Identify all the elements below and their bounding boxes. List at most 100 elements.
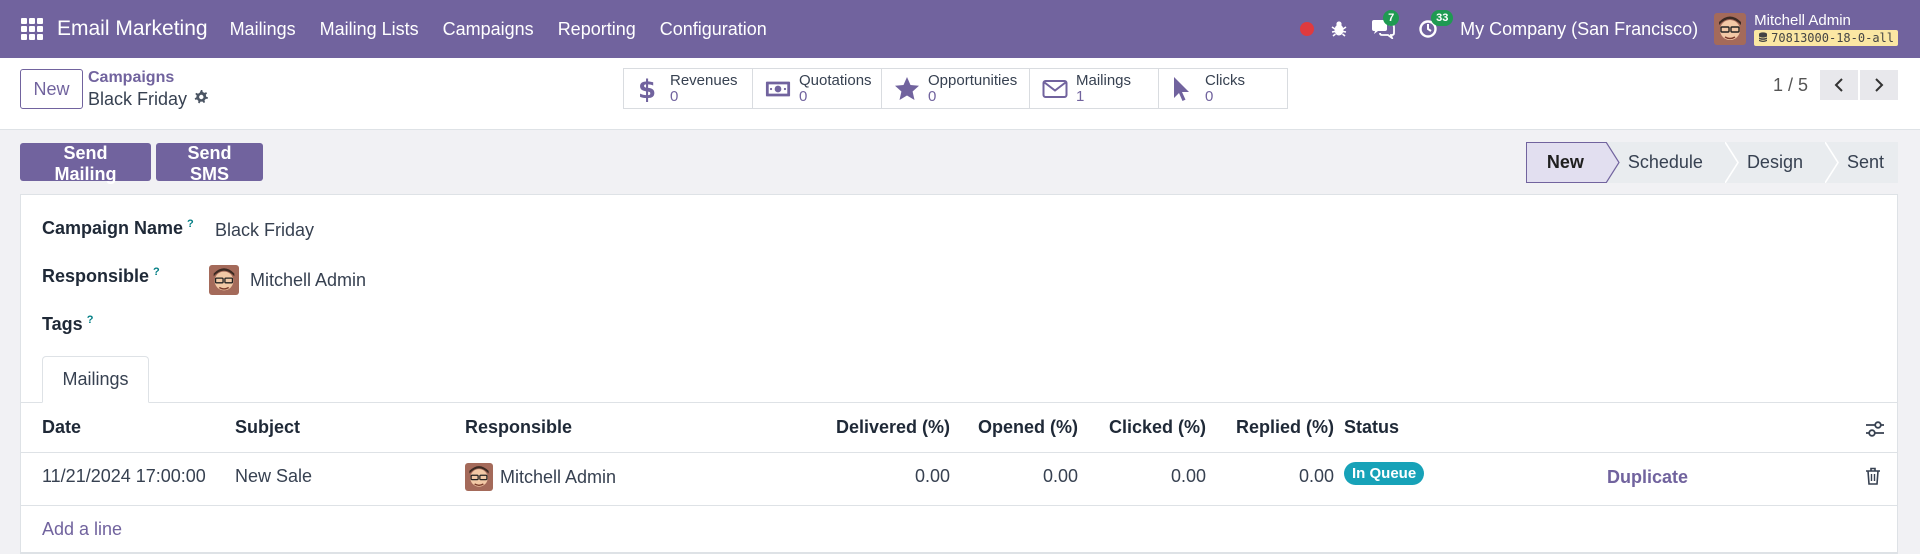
stage-schedule[interactable]: Schedule xyxy=(1619,142,1725,183)
stage-label: Design xyxy=(1746,152,1803,172)
tags-label: Tags? xyxy=(42,314,94,334)
recording-indicator-icon[interactable] xyxy=(1300,22,1315,36)
cell-subject: New Sale xyxy=(235,466,313,486)
help-tooltip-icon[interactable]: ? xyxy=(153,266,160,278)
stat-button-mailings[interactable]: Mailings 1 xyxy=(1029,68,1159,109)
activities-count-badge: 33 xyxy=(1431,10,1454,26)
column-header-status[interactable]: Status xyxy=(1344,417,1399,438)
stat-button-revenues[interactable]: $ Revenues 0 xyxy=(623,68,753,109)
avatar xyxy=(209,265,239,295)
user-avatar[interactable] xyxy=(1714,13,1747,45)
stage-design[interactable]: Design xyxy=(1738,142,1825,183)
pager-next-button[interactable] xyxy=(1860,70,1898,100)
gear-icon[interactable] xyxy=(193,89,209,110)
stat-button-quotations[interactable]: Quotations 0 xyxy=(752,68,882,109)
stat-value: 1 xyxy=(1076,87,1085,105)
stage-label: New xyxy=(1546,152,1584,172)
activities-clock-icon[interactable]: 33 xyxy=(1418,10,1454,39)
star-icon xyxy=(894,76,920,102)
breadcrumb: Campaigns Black Friday xyxy=(88,69,209,110)
main-menu: Mailings Mailing Lists Campaigns Reporti… xyxy=(218,19,779,40)
send-sms-button[interactable]: Send SMS xyxy=(156,143,263,184)
divider xyxy=(21,402,1897,403)
column-header-replied[interactable]: Replied (%) xyxy=(1216,417,1334,438)
breadcrumb-current: Black Friday xyxy=(88,89,209,110)
user-name: Mitchell Admin xyxy=(1754,11,1851,29)
database-name: 70813000-18-0-all xyxy=(1771,30,1894,45)
menu-item-mailing-lists[interactable]: Mailing Lists xyxy=(308,19,431,40)
breadcrumb-campaigns-link[interactable]: Campaigns xyxy=(88,69,209,87)
stage-sent[interactable]: Sent xyxy=(1838,142,1898,183)
new-record-button[interactable]: New xyxy=(20,69,83,109)
stat-label: Revenues xyxy=(670,71,738,89)
trash-icon[interactable] xyxy=(1865,467,1881,490)
pager-previous-button[interactable] xyxy=(1820,70,1858,100)
campaign-name-field[interactable]: Black Friday xyxy=(215,220,314,241)
money-icon xyxy=(765,79,791,99)
stage-new[interactable]: New xyxy=(1525,142,1606,183)
duplicate-button[interactable]: Duplicate xyxy=(1607,467,1688,488)
column-header-opened[interactable]: Opened (%) xyxy=(961,417,1078,438)
user-menu[interactable]: Mitchell Admin 70813000-18-0-all xyxy=(1754,11,1898,46)
status-badge: In Queue xyxy=(1344,462,1425,485)
avatar xyxy=(465,463,493,491)
column-header-responsible[interactable]: Responsible xyxy=(465,417,572,438)
envelope-icon xyxy=(1042,79,1068,99)
app-brand[interactable]: Email Marketing xyxy=(57,17,208,41)
database-icon xyxy=(1758,32,1768,42)
svg-text:$: $ xyxy=(638,75,656,103)
top-navbar: Email Marketing Mailings Mailing Lists C… xyxy=(0,0,1920,58)
stat-value: 0 xyxy=(1205,87,1214,105)
stat-value: 0 xyxy=(670,87,679,105)
smart-buttons: $ Revenues 0 Quotations 0 Opportunities 0 M… xyxy=(623,68,1288,109)
stage-separator-icon xyxy=(1724,142,1739,183)
campaign-name-label: Campaign Name? xyxy=(42,218,194,238)
pager-value[interactable]: 1 / 5 xyxy=(1773,75,1808,96)
menu-item-reporting[interactable]: Reporting xyxy=(546,19,648,40)
divider xyxy=(21,552,1897,553)
cell-delivered: 0.00 xyxy=(914,466,950,486)
stage-arrow-icon xyxy=(1605,142,1620,183)
stat-value: 0 xyxy=(928,87,937,105)
optional-columns-toggle-icon[interactable] xyxy=(1865,420,1885,443)
form-sheet: Campaign Name? Black Friday Responsible?… xyxy=(20,194,1898,554)
stage-label: Schedule xyxy=(1627,152,1703,172)
help-tooltip-icon[interactable]: ? xyxy=(187,218,194,230)
column-header-clicked[interactable]: Clicked (%) xyxy=(1091,417,1206,438)
responsible-label: Responsible? xyxy=(42,266,160,286)
debug-bug-icon[interactable] xyxy=(1330,20,1348,38)
breadcrumb-current-label: Black Friday xyxy=(88,89,188,109)
tab-mailings[interactable]: Mailings xyxy=(42,356,149,403)
cell-clicked: 0.00 xyxy=(1170,466,1206,486)
messages-icon[interactable]: 7 xyxy=(1370,10,1400,39)
stat-button-clicks[interactable]: Clicks 0 xyxy=(1158,68,1288,109)
company-switcher[interactable]: My Company (San Francisco) xyxy=(1460,19,1698,40)
responsible-field[interactable]: Mitchell Admin xyxy=(209,265,366,295)
stat-label: Clicks xyxy=(1205,71,1245,89)
control-panel: New Campaigns Black Friday $ Revenues 0 Q… xyxy=(0,58,1920,130)
menu-item-configuration[interactable]: Configuration xyxy=(648,19,779,40)
menu-item-mailings[interactable]: Mailings xyxy=(218,19,308,40)
help-tooltip-icon[interactable]: ? xyxy=(87,314,94,326)
divider xyxy=(21,505,1897,506)
stat-label: Opportunities xyxy=(928,71,1018,89)
add-line-link[interactable]: Add a line xyxy=(42,519,122,540)
cell-opened: 0.00 xyxy=(1042,466,1078,486)
cell-replied: 0.00 xyxy=(1298,466,1334,486)
divider xyxy=(21,452,1897,453)
navbar-systray: 7 33 My Company (San Francisco) Mitchell… xyxy=(1300,0,1898,58)
chevron-left-icon xyxy=(1834,78,1843,92)
chevron-right-icon xyxy=(1875,78,1884,92)
cell-responsible-name: Mitchell Admin xyxy=(500,466,617,487)
column-header-delivered[interactable]: Delivered (%) xyxy=(821,417,950,438)
apps-menu-icon[interactable] xyxy=(21,18,43,40)
send-mailing-button[interactable]: Send Mailing xyxy=(20,143,151,184)
column-header-subject[interactable]: Subject xyxy=(235,417,300,438)
column-header-date[interactable]: Date xyxy=(42,417,81,438)
stat-button-opportunities[interactable]: Opportunities 0 xyxy=(881,68,1030,109)
stat-value: 0 xyxy=(799,87,808,105)
database-tag: 70813000-18-0-all xyxy=(1754,29,1898,46)
menu-item-campaigns[interactable]: Campaigns xyxy=(431,19,546,40)
status-bar: New Schedule Design Sent xyxy=(1525,142,1898,183)
stage-label: Sent xyxy=(1846,152,1884,172)
